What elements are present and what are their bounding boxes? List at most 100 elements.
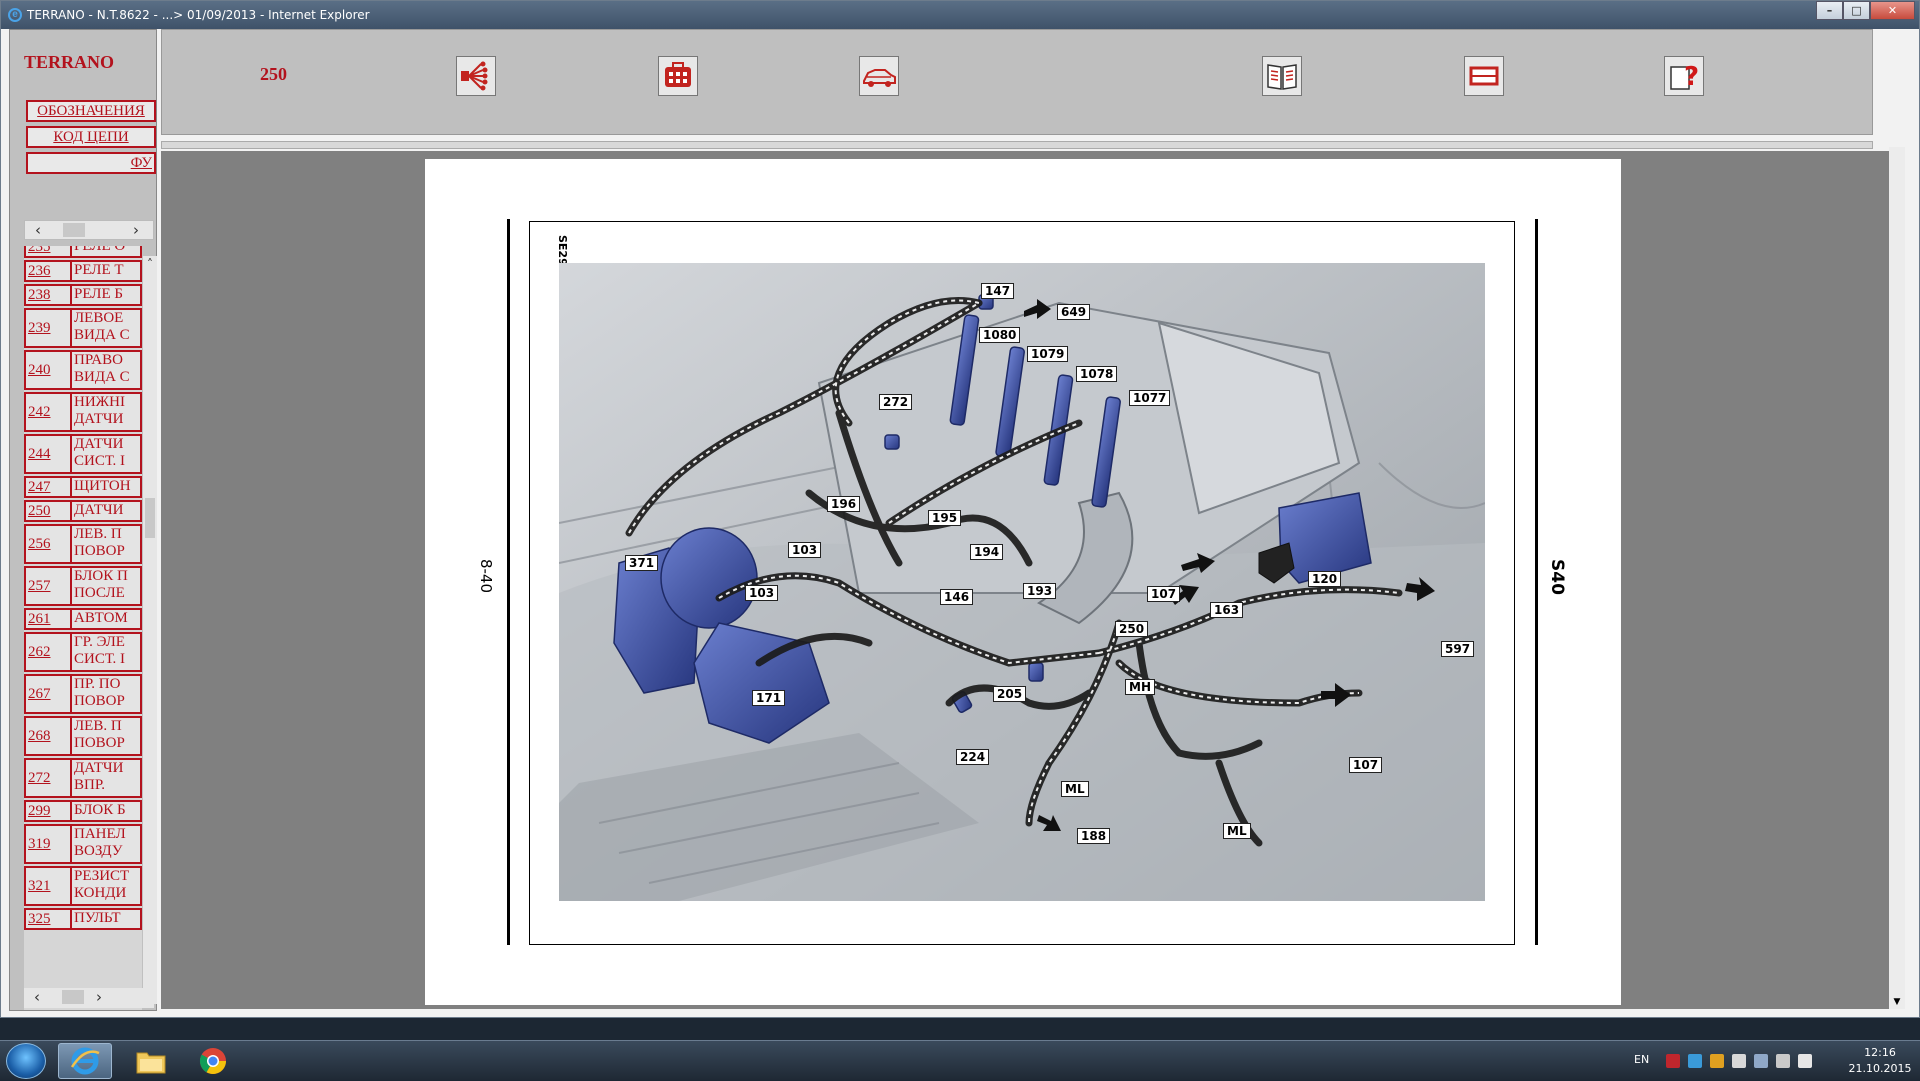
list-item-number[interactable]: 239 xyxy=(26,310,72,346)
list-item-label[interactable]: ПРАВО ВИДА С xyxy=(72,352,140,388)
scroll-left-icon[interactable]: ‹ xyxy=(34,988,40,1006)
list-item-label[interactable]: ЩИТОН xyxy=(72,478,140,496)
list-item-number[interactable]: 321 xyxy=(26,868,72,904)
list-item[interactable]: 319 ПАНЕЛ ВОЗДУ xyxy=(24,824,142,864)
car-location-button[interactable] xyxy=(859,56,899,96)
link-circuit-code[interactable]: КОД ЦЕПИ xyxy=(26,126,156,148)
callout-1077[interactable]: 1077 xyxy=(1129,390,1171,406)
list-item-number[interactable]: 238 xyxy=(26,286,72,304)
callout-188[interactable]: 188 xyxy=(1077,828,1111,844)
scroll-up-icon[interactable]: ˄ xyxy=(143,256,157,272)
list-item-label[interactable]: ДАТЧИ ВПР. xyxy=(72,760,140,796)
viewer-vertical-scrollbar[interactable]: ▼ xyxy=(1889,147,1905,1009)
maximize-button[interactable]: □ xyxy=(1843,1,1870,20)
list-item-label[interactable]: АВТОМ xyxy=(72,610,140,628)
list-item[interactable]: 239 ЛЕВОЕ ВИДА С xyxy=(24,308,142,348)
callout-224[interactable]: 224 xyxy=(956,749,990,765)
list-item-number[interactable]: 244 xyxy=(26,436,72,472)
callout-107b[interactable]: 107 xyxy=(1349,757,1383,773)
volume-icon[interactable] xyxy=(1798,1054,1812,1068)
list-item[interactable]: 262 ГР. ЭЛЕ СИСТ. I xyxy=(24,632,142,672)
list-item[interactable]: 299 БЛОК Б xyxy=(24,800,142,822)
list-item[interactable]: 321 РЕЗИСТ КОНДИ xyxy=(24,866,142,906)
callout-649[interactable]: 649 xyxy=(1057,304,1091,320)
language-indicator[interactable]: EN xyxy=(1634,1053,1649,1066)
callout-193[interactable]: 193 xyxy=(1023,583,1057,599)
list-item-label[interactable]: ПР. ПО ПОВОР xyxy=(72,676,140,712)
list-item-number[interactable]: 250 xyxy=(26,502,72,520)
minimize-button[interactable]: – xyxy=(1816,1,1843,20)
callout-250[interactable]: 250 xyxy=(1115,621,1149,637)
list-item-number[interactable]: 242 xyxy=(26,394,72,430)
list-item[interactable]: 268 ЛЕВ. П ПОВОР xyxy=(24,716,142,756)
list-item[interactable]: 272 ДАТЧИ ВПР. xyxy=(24,758,142,798)
link-function[interactable]: ФУ xyxy=(26,152,156,174)
update-icon[interactable] xyxy=(1710,1054,1724,1068)
callout-371[interactable]: 371 xyxy=(625,555,659,571)
top-horizontal-scrollbar[interactable]: ‹ › xyxy=(24,220,154,240)
list-item-label[interactable]: ГР. ЭЛЕ СИСТ. I xyxy=(72,634,140,670)
callout-ML2[interactable]: ML xyxy=(1223,823,1251,839)
list-item[interactable]: 256 ЛЕВ. П ПОВОР xyxy=(24,524,142,564)
start-button[interactable] xyxy=(6,1043,46,1079)
callout-MH[interactable]: MH xyxy=(1125,679,1155,695)
link-designations[interactable]: ОБОЗНАЧЕНИЯ xyxy=(26,100,156,122)
list-item[interactable]: 240 ПРАВО ВИДА С xyxy=(24,350,142,390)
list-item-label[interactable]: ЛЕВ. П ПОВОР xyxy=(72,718,140,754)
list-item[interactable]: 238 РЕЛЕ Б xyxy=(24,284,142,306)
list-item-label[interactable]: БЛОК П ПОСЛЕ xyxy=(72,568,140,604)
list-item-label[interactable]: ДАТЧИ xyxy=(72,502,140,520)
callout-196[interactable]: 196 xyxy=(827,496,861,512)
callout-597[interactable]: 597 xyxy=(1441,641,1475,657)
callout-205[interactable]: 205 xyxy=(993,686,1027,702)
list-item[interactable]: 261 АВТОМ xyxy=(24,608,142,630)
callout-103b[interactable]: 103 xyxy=(745,585,779,601)
list-item-number[interactable]: 257 xyxy=(26,568,72,604)
list-item-label[interactable]: РЕЛЕ Т xyxy=(72,262,140,280)
list-item[interactable]: 257 БЛОК П ПОСЛЕ xyxy=(24,566,142,606)
list-item-label[interactable]: ЛЕВОЕ ВИДА С xyxy=(72,310,140,346)
list-item-number[interactable]: 325 xyxy=(26,910,72,928)
list-item-number[interactable]: 262 xyxy=(26,634,72,670)
list-item-number[interactable]: 240 xyxy=(26,352,72,388)
network-icon[interactable] xyxy=(1688,1054,1702,1068)
callout-146[interactable]: 146 xyxy=(940,589,974,605)
list-item-number[interactable]: 256 xyxy=(26,526,72,562)
callout-272[interactable]: 272 xyxy=(879,394,913,410)
list-item-label[interactable]: НИЖНІ ДАТЧИ xyxy=(72,394,140,430)
list-item[interactable]: 235 РЕЛЕ О xyxy=(24,246,142,258)
clock[interactable]: 12:16 21.10.2015 xyxy=(1846,1045,1914,1077)
taskbar-chrome[interactable] xyxy=(186,1043,240,1079)
list-item-number[interactable]: 235 xyxy=(26,246,72,256)
taskbar-explorer[interactable] xyxy=(124,1043,178,1079)
close-button[interactable]: ✕ xyxy=(1870,1,1915,20)
list-item[interactable]: 325 ПУЛЬТ xyxy=(24,908,142,930)
callout-147[interactable]: 147 xyxy=(981,283,1015,299)
scroll-thumb[interactable] xyxy=(145,498,155,538)
connector-box-button[interactable] xyxy=(658,56,698,96)
callout-171[interactable]: 171 xyxy=(752,690,786,706)
list-item-label[interactable]: ЛЕВ. П ПОВОР xyxy=(72,526,140,562)
flag-icon[interactable] xyxy=(1732,1054,1746,1068)
callout-1080[interactable]: 1080 xyxy=(979,327,1021,343)
bottom-horizontal-scrollbar[interactable]: ‹ › xyxy=(24,988,154,1008)
scroll-right-icon[interactable]: › xyxy=(133,221,139,239)
scroll-thumb[interactable] xyxy=(62,990,84,1004)
list-item-number[interactable]: 267 xyxy=(26,676,72,712)
list-item-number[interactable]: 268 xyxy=(26,718,72,754)
scroll-left-icon[interactable]: ‹ xyxy=(35,221,41,239)
callout-103a[interactable]: 103 xyxy=(788,542,822,558)
list-item-label[interactable]: ПАНЕЛ ВОЗДУ xyxy=(72,826,140,862)
callout-163[interactable]: 163 xyxy=(1210,602,1244,618)
monitor-icon[interactable] xyxy=(1754,1054,1768,1068)
help-button[interactable]: ? xyxy=(1664,56,1704,96)
list-item-number[interactable]: 319 xyxy=(26,826,72,862)
power-icon[interactable] xyxy=(1776,1054,1790,1068)
list-item-label[interactable]: РЕЛЕ О xyxy=(72,246,140,256)
component-list-button[interactable] xyxy=(1464,56,1504,96)
taskbar-internet-explorer[interactable] xyxy=(58,1043,112,1079)
list-item-number[interactable]: 261 xyxy=(26,610,72,628)
callout-107a[interactable]: 107 xyxy=(1147,586,1181,602)
callout-1079[interactable]: 1079 xyxy=(1027,346,1069,362)
list-item[interactable]: 267 ПР. ПО ПОВОР xyxy=(24,674,142,714)
